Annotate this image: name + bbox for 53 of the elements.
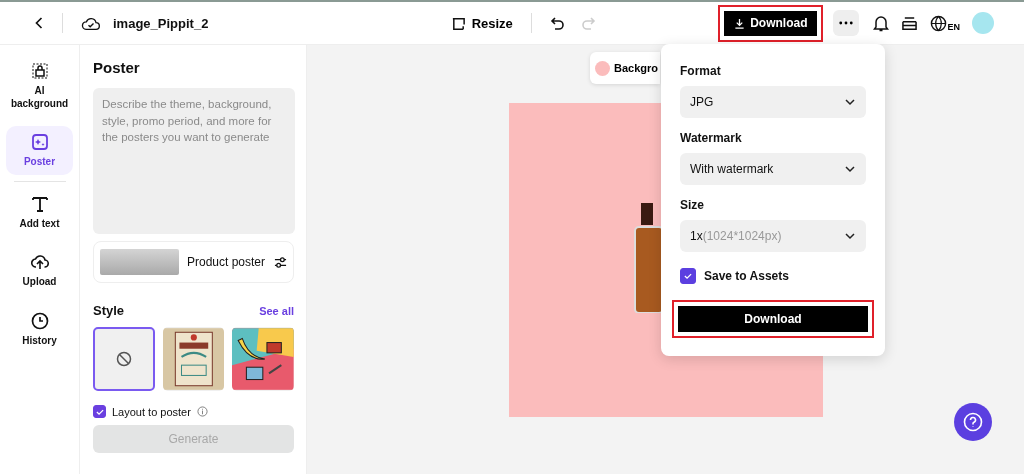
nav-item[interactable]: Poster [6,126,73,175]
field-label: Watermark [680,131,743,145]
chevron-down-icon [844,96,856,108]
no-style-icon [115,351,132,367]
sliders-icon[interactable] [274,255,287,269]
help-button[interactable] [954,403,992,441]
chevron-down-icon [844,230,856,242]
download-button[interactable]: Download [672,300,874,338]
checkbox-label: Save to Assets [704,269,789,283]
style-option[interactable] [162,327,225,391]
field-label: Format [680,64,722,78]
field-label: Size [680,198,705,212]
style-option[interactable] [232,327,294,391]
upload-icon [29,252,50,272]
resize-icon [450,15,466,31]
panel-title: Poster [93,59,141,76]
download-button[interactable]: Download [718,4,824,42]
info-icon[interactable] [196,406,208,417]
nav-item[interactable]: AI background [6,55,73,116]
checkmark-icon [683,271,693,281]
bag-icon [29,61,50,81]
sparkle-image-icon [29,132,50,152]
dropdown[interactable]: 1x(1024*1024px) [680,220,866,252]
language-button[interactable]: EN [930,14,960,32]
dropdown[interactable]: With watermark [680,153,866,185]
checkbox-label: Layout to poster [112,405,191,418]
undo-button[interactable] [549,15,566,31]
dropdown[interactable]: JPG [680,86,866,118]
background-color-button[interactable]: Backgro [590,52,660,84]
style-heading: Style [93,303,125,318]
chevron-down-icon [844,163,856,175]
nav-item[interactable]: Add text [6,187,73,236]
pop-art-thumbnail [232,327,294,391]
template-selector[interactable]: Product poster [93,241,294,283]
see-all-link[interactable]: See all [259,304,294,317]
bell-icon[interactable] [873,14,890,32]
stack-icon[interactable] [901,15,919,31]
clock-icon [29,310,50,331]
prompt-field[interactable]: Describe the theme, background, style, promo period, and more for the posters you want to generate [93,88,295,234]
download-icon [734,17,746,29]
nav-item[interactable]: Upload [6,246,73,295]
question-icon [963,412,983,432]
more-button[interactable] [833,10,860,36]
checkbox[interactable] [93,405,106,418]
nav-item[interactable]: History [6,304,73,353]
resize-button[interactable]: Resize [450,15,513,31]
cloud-check-icon[interactable] [81,15,101,31]
back-icon[interactable] [34,15,44,31]
vintage-poster-thumbnail [162,327,225,391]
file-name[interactable]: image_Pippit_2 [113,15,209,31]
template-label: Product poster [187,255,266,269]
more-icon [839,21,854,25]
checkbox[interactable] [680,268,696,284]
